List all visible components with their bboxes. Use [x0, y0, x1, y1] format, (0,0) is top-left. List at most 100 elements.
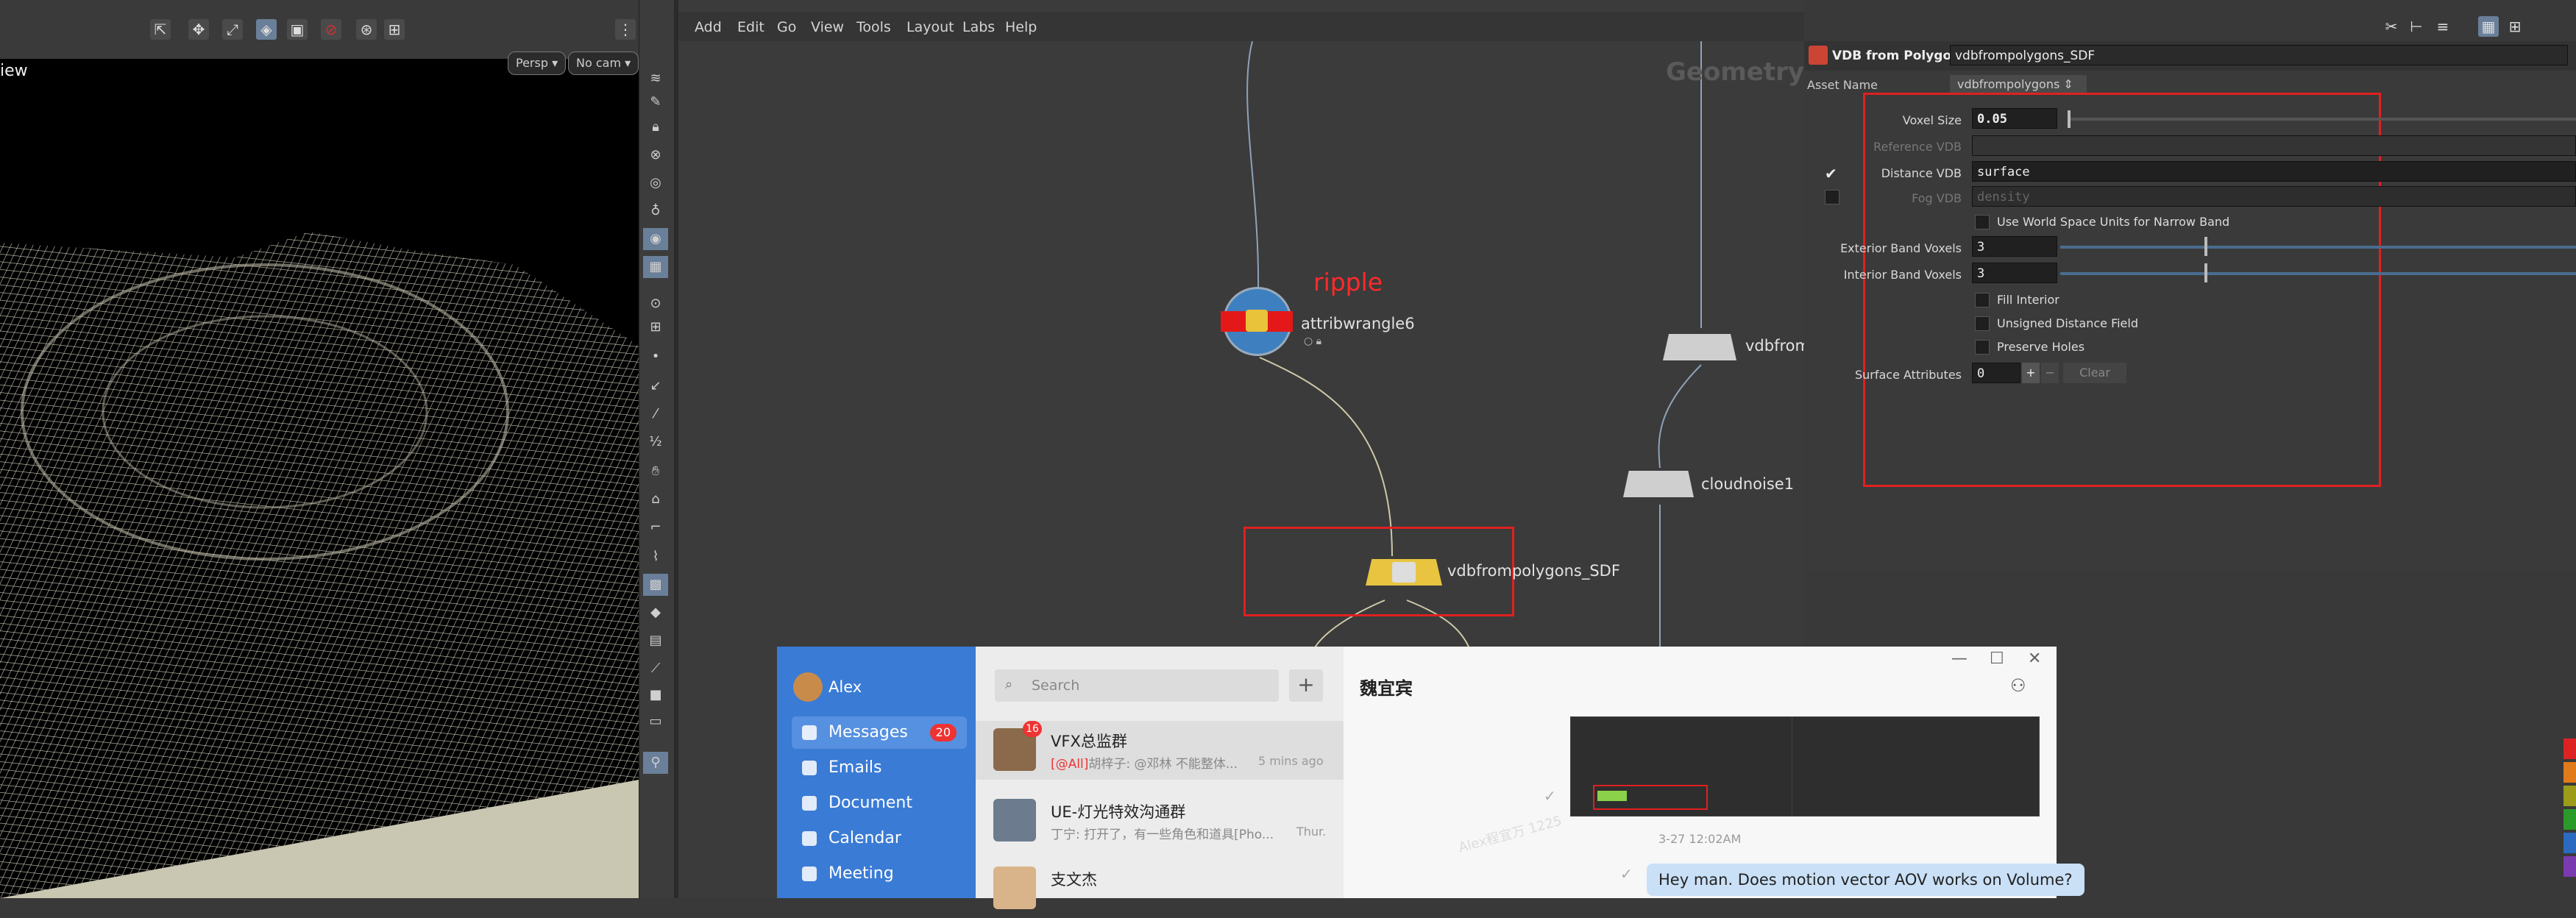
hand-icon[interactable]: ✋︎ [643, 460, 668, 483]
tools-icon[interactable]: ✂ [2381, 16, 2402, 37]
camera-dropdown[interactable]: No cam ▾ [568, 51, 639, 75]
number-icon[interactable]: ½ [643, 431, 668, 453]
stamp-icon[interactable]: ⌂ [643, 488, 668, 510]
voxel-size-field[interactable]: 0.05 [1972, 108, 2057, 129]
add-contact-icon[interactable]: ⚇ [2010, 675, 2026, 696]
menu-help[interactable]: Help [1005, 19, 1037, 35]
menu-go[interactable]: Go [777, 19, 796, 35]
lock-icon[interactable]: 🔒︎ [643, 116, 668, 138]
avatar[interactable] [793, 672, 823, 702]
menu-tools[interactable]: Tools [856, 19, 891, 35]
wrangle-node[interactable] [1221, 287, 1293, 356]
nav-messages[interactable]: Messages 20 [792, 716, 967, 749]
map-icon[interactable]: ▤ [643, 630, 668, 652]
interior-band-field[interactable]: 3 [1972, 263, 2057, 283]
tree-icon[interactable]: ⊢ [2406, 16, 2427, 37]
checker-icon[interactable]: ▩ [643, 574, 668, 596]
menu-labs[interactable]: Labs [962, 19, 995, 35]
swatch-blue[interactable] [2563, 833, 2576, 853]
new-chat-button[interactable]: + [1289, 669, 1323, 702]
wifi-icon[interactable]: ≋ [643, 68, 668, 90]
shovel-icon[interactable]: ⌇ [643, 546, 668, 568]
search-box[interactable]: ⌕ Search [995, 669, 1279, 702]
minimize-icon[interactable]: — [1951, 650, 1968, 668]
unsigned-distance-checkbox[interactable] [1975, 316, 1990, 331]
message-timestamp: 3-27 12:02AM [1658, 832, 1742, 846]
select-icon[interactable]: ⇱ [150, 19, 171, 40]
point-icon[interactable]: • [643, 346, 668, 368]
interior-band-slider[interactable] [2060, 272, 2576, 275]
voxel-size-slider-handle[interactable] [2068, 110, 2071, 128]
snap-icon[interactable]: ◈ [256, 19, 277, 40]
preserve-holes-checkbox[interactable] [1975, 340, 1990, 355]
box-icon[interactable]: ■ [643, 684, 668, 706]
distance-vdb-field[interactable]: surface [1972, 161, 2576, 182]
message-bubble[interactable]: Hey man. Does motion vector AOV works on… [1647, 864, 2084, 896]
fill-interior-checkbox[interactable] [1975, 293, 1990, 307]
swatch-purple[interactable] [2563, 856, 2576, 877]
list-icon[interactable]: ≡ [2433, 16, 2453, 37]
swatch-green[interactable] [2563, 809, 2576, 830]
nav-document[interactable]: Document [792, 787, 967, 819]
interior-band-slider-handle[interactable] [2204, 263, 2207, 282]
reference-vdb-field[interactable] [1972, 135, 2576, 156]
camera-side-icon[interactable]: ◉ [643, 228, 668, 250]
add-attr-icon[interactable]: + [2022, 363, 2040, 383]
pin-icon[interactable]: ⚲ [643, 752, 668, 774]
exterior-band-field[interactable]: 3 [1972, 236, 2057, 257]
display-icon[interactable]: ▣ [287, 19, 308, 40]
light-icon[interactable]: ⊞ [384, 19, 405, 40]
vdb-sdf-node[interactable] [1366, 559, 1442, 586]
cloudnoise-node[interactable] [1623, 471, 1694, 497]
diamond-icon[interactable]: ◆ [643, 602, 668, 624]
shared-screenshot-image[interactable] [1570, 716, 2040, 816]
close-icon[interactable]: ✕ [2028, 650, 2041, 668]
node-name-field[interactable]: vdbfrompolygons_SDF [1950, 45, 2568, 65]
brush-icon[interactable]: ⁄ [643, 403, 668, 425]
bulb-icon[interactable]: ♁ [643, 200, 668, 222]
sphere-icon[interactable]: ◎ [643, 172, 668, 194]
conversation-item[interactable]: 16 VFX总监群 [@All]胡梓子: @邓林 不能整体... 5 mins … [976, 721, 1344, 780]
conversation-item[interactable]: 支文杰 [976, 859, 1344, 918]
swatch-red[interactable] [2563, 739, 2576, 759]
display-side-icon[interactable]: ▦ [643, 256, 668, 278]
vdb-right-node[interactable] [1663, 334, 1736, 360]
fog-vdb-field[interactable]: density [1972, 186, 2576, 207]
remove-attr-icon[interactable]: − [2041, 363, 2059, 383]
asset-name-dropdown[interactable]: vdbfrompolygons ⇕ [1950, 75, 2087, 94]
needle-icon[interactable]: ⟋ [643, 658, 668, 680]
menu-layout[interactable]: Layout [906, 19, 954, 35]
menu-edit[interactable]: Edit [737, 19, 764, 35]
exterior-band-slider[interactable] [2060, 246, 2576, 249]
maximize-icon[interactable]: ☐ [1990, 650, 2004, 668]
move-icon[interactable]: ✥ [188, 19, 209, 40]
nav-emails[interactable]: Emails [792, 752, 967, 784]
stop-icon[interactable]: ⊘ [321, 19, 341, 40]
view-icon[interactable]: ⊙ [643, 293, 668, 315]
grid-view-icon[interactable]: ▦ [2478, 16, 2499, 37]
tile-view-icon[interactable]: ⊞ [2505, 16, 2525, 37]
camera-view-dropdown[interactable]: Persp ▾ [508, 51, 567, 75]
swatch-orange[interactable] [2563, 762, 2576, 783]
clear-button[interactable]: Clear [2063, 363, 2126, 383]
menu-add[interactable]: Add [695, 19, 722, 35]
swatch-olive[interactable] [2563, 786, 2576, 806]
settings-icon[interactable]: ⋮ [615, 19, 636, 40]
menu-view[interactable]: View [811, 19, 844, 35]
target-icon[interactable]: ⊗ [643, 144, 668, 166]
world-space-checkbox[interactable] [1975, 215, 1990, 230]
grid-icon[interactable]: ⊞ [643, 316, 668, 338]
image-icon[interactable]: ▭ [643, 711, 668, 733]
conversation-item[interactable]: UE-灯光特效沟通群 丁宁: 打开了，有一些角色和道具[Pho... Thur. [976, 791, 1344, 850]
pen-icon[interactable]: ↙ [643, 375, 668, 397]
nav-meeting[interactable]: Meeting [792, 858, 967, 890]
voxel-size-slider[interactable] [2068, 118, 2576, 121]
paint-icon[interactable]: ✎ [643, 91, 668, 113]
nav-calendar[interactable]: Calendar [792, 822, 967, 855]
scene-viewport[interactable] [0, 0, 639, 898]
surface-attrs-field[interactable]: 0 [1972, 363, 2020, 383]
camera-icon[interactable]: ⊛ [356, 19, 377, 40]
corner-icon[interactable]: ⌐ [643, 516, 668, 538]
exterior-band-slider-handle[interactable] [2204, 237, 2207, 256]
transform-icon[interactable]: ⤢ [222, 19, 243, 40]
